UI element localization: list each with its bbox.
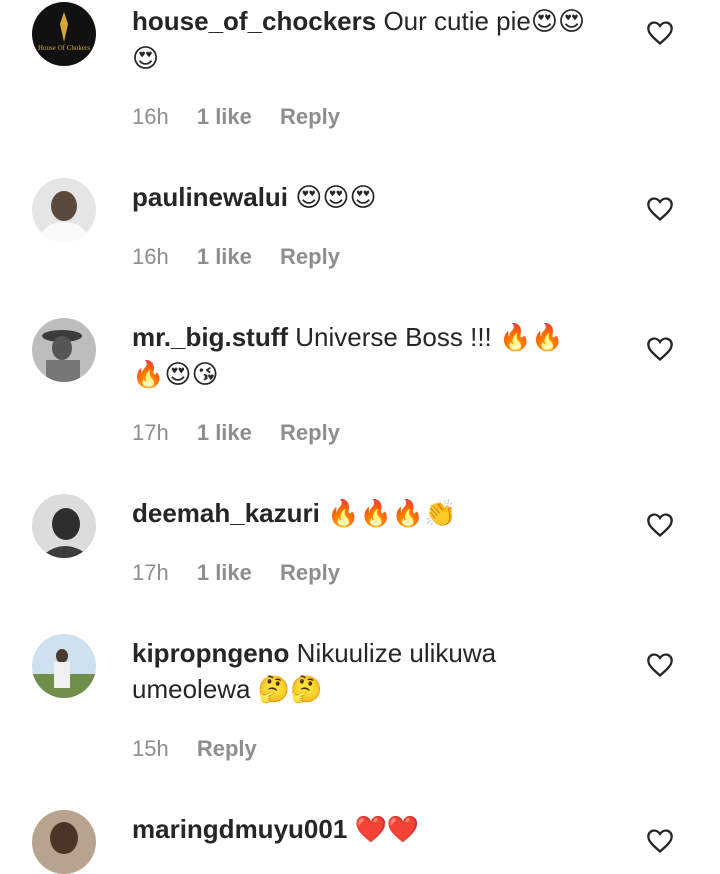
- likes-count[interactable]: 1 like: [197, 104, 252, 129]
- heart-outline-icon[interactable]: [646, 196, 674, 222]
- comment-username[interactable]: mr._big.stuff: [132, 322, 288, 352]
- comment-text: house_of_chockers Our cutie pie😍😍 😍: [132, 3, 602, 77]
- comment-emojis: 😍😍: [530, 7, 586, 37]
- heart-outline-icon[interactable]: [646, 652, 674, 678]
- likes-count[interactable]: 1 like: [197, 244, 252, 269]
- comment-emojis: ❤️❤️: [354, 815, 420, 845]
- likes-count[interactable]: 1 like: [197, 420, 252, 445]
- comment-username[interactable]: kipropngeno: [132, 638, 289, 668]
- reply-button[interactable]: Reply: [280, 420, 340, 445]
- likes-count[interactable]: 1 like: [197, 560, 252, 585]
- comment-text: paulinewalui 😍😍😍: [132, 179, 602, 216]
- comment-username[interactable]: paulinewalui: [132, 182, 288, 212]
- comment-meta: 17h 1 like Reply: [132, 560, 362, 586]
- comment-username[interactable]: house_of_chockers: [132, 6, 376, 36]
- comment-text: kipropngeno Nikuulize ulikuwa umeolewa 🤔…: [132, 635, 602, 708]
- comment-emojis-line2: 😍: [132, 44, 160, 74]
- heart-outline-icon[interactable]: [646, 336, 674, 362]
- comment-body: Universe Boss !!!: [295, 322, 492, 352]
- comment-meta: 16h 1 like Reply: [132, 244, 362, 270]
- heart-outline-icon[interactable]: [646, 20, 674, 46]
- comment-text: mr._big.stuff Universe Boss !!! 🔥🔥 🔥😍😘: [132, 319, 602, 393]
- avatar-logo-text: House Of Chokers: [38, 44, 90, 52]
- avatar[interactable]: [32, 178, 96, 242]
- comment-meta: 16h 1 like Reply: [132, 104, 362, 130]
- avatar[interactable]: House Of Chokers: [32, 2, 96, 66]
- avatar[interactable]: [32, 494, 96, 558]
- comment-emojis-line2: 🤔🤔: [257, 675, 323, 705]
- comment-time: 15h: [132, 736, 169, 761]
- comment-emojis: 🔥🔥🔥👏: [327, 499, 457, 529]
- comment-username[interactable]: deemah_kazuri: [132, 498, 320, 528]
- avatar[interactable]: [32, 634, 96, 698]
- heart-outline-icon[interactable]: [646, 828, 674, 854]
- heart-outline-icon[interactable]: [646, 512, 674, 538]
- comment-body-line2: umeolewa: [132, 674, 251, 704]
- comment-time: 17h: [132, 420, 169, 445]
- comment-meta: 17h 1 like Reply: [132, 420, 362, 446]
- comment-emojis-line2: 🔥😍😘: [132, 360, 219, 390]
- comment-username[interactable]: maringdmuyu001: [132, 814, 347, 844]
- comment-emojis: 🔥🔥: [499, 323, 564, 353]
- comment-text: maringdmuyu001 ❤️❤️: [132, 811, 602, 848]
- comment-body: Nikuulize ulikuwa: [296, 638, 497, 668]
- comment-meta: 15h Reply: [132, 736, 279, 762]
- reply-button[interactable]: Reply: [280, 104, 340, 129]
- comment-emojis: 😍😍😍: [295, 183, 377, 213]
- reply-button[interactable]: Reply: [280, 560, 340, 585]
- comment-text: deemah_kazuri 🔥🔥🔥👏: [132, 495, 602, 532]
- comment-body: Our cutie pie: [383, 6, 531, 36]
- comment-time: 17h: [132, 560, 169, 585]
- avatar[interactable]: [32, 810, 96, 874]
- avatar[interactable]: [32, 318, 96, 382]
- comment-time: 16h: [132, 244, 169, 269]
- reply-button[interactable]: Reply: [280, 244, 340, 269]
- reply-button[interactable]: Reply: [197, 736, 257, 761]
- comment-time: 16h: [132, 104, 169, 129]
